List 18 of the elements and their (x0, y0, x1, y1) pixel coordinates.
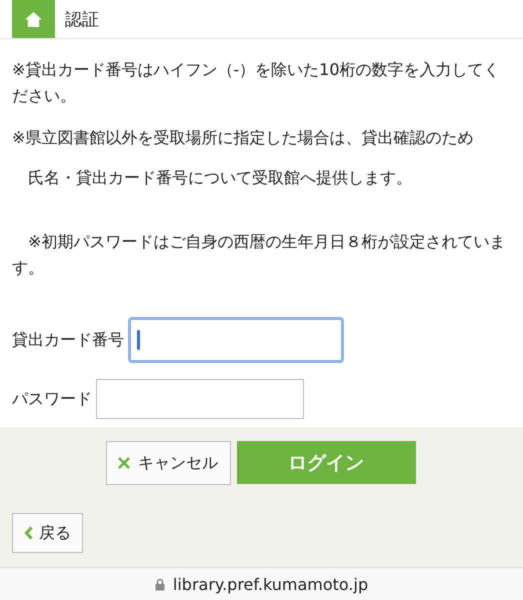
home-icon (24, 10, 43, 28)
lock-icon (154, 578, 165, 590)
field-label: 貸出カード番号 (12, 330, 124, 350)
note-text: ※初期パスワードはご自身の西暦の生年月日８桁が設定されています。 (12, 231, 506, 279)
address-bar[interactable]: library.pref.kumamoto.jp (0, 567, 523, 600)
field-label: パスワード (12, 388, 92, 410)
back-button[interactable]: 戻る (12, 513, 83, 553)
note-text: 氏名・貸出カード番号について受取館へ提供します。 (27, 167, 413, 189)
input-field[interactable] (96, 379, 304, 419)
note-text: ※県立図書館以外を受取場所に指定した場合は、貸出確認のため (12, 127, 474, 149)
cancel-button[interactable]: キャンセル (106, 441, 230, 485)
text-cursor (137, 330, 140, 350)
page-title: 認証 (65, 8, 99, 30)
input-field[interactable] (128, 317, 344, 363)
home-button[interactable] (12, 0, 55, 38)
close-icon (118, 457, 130, 469)
chevron-left-icon (24, 526, 33, 540)
note-text: ※貸出カード番号はハイフン（-）を除いた10桁の数字を入力してください。 (12, 59, 501, 107)
